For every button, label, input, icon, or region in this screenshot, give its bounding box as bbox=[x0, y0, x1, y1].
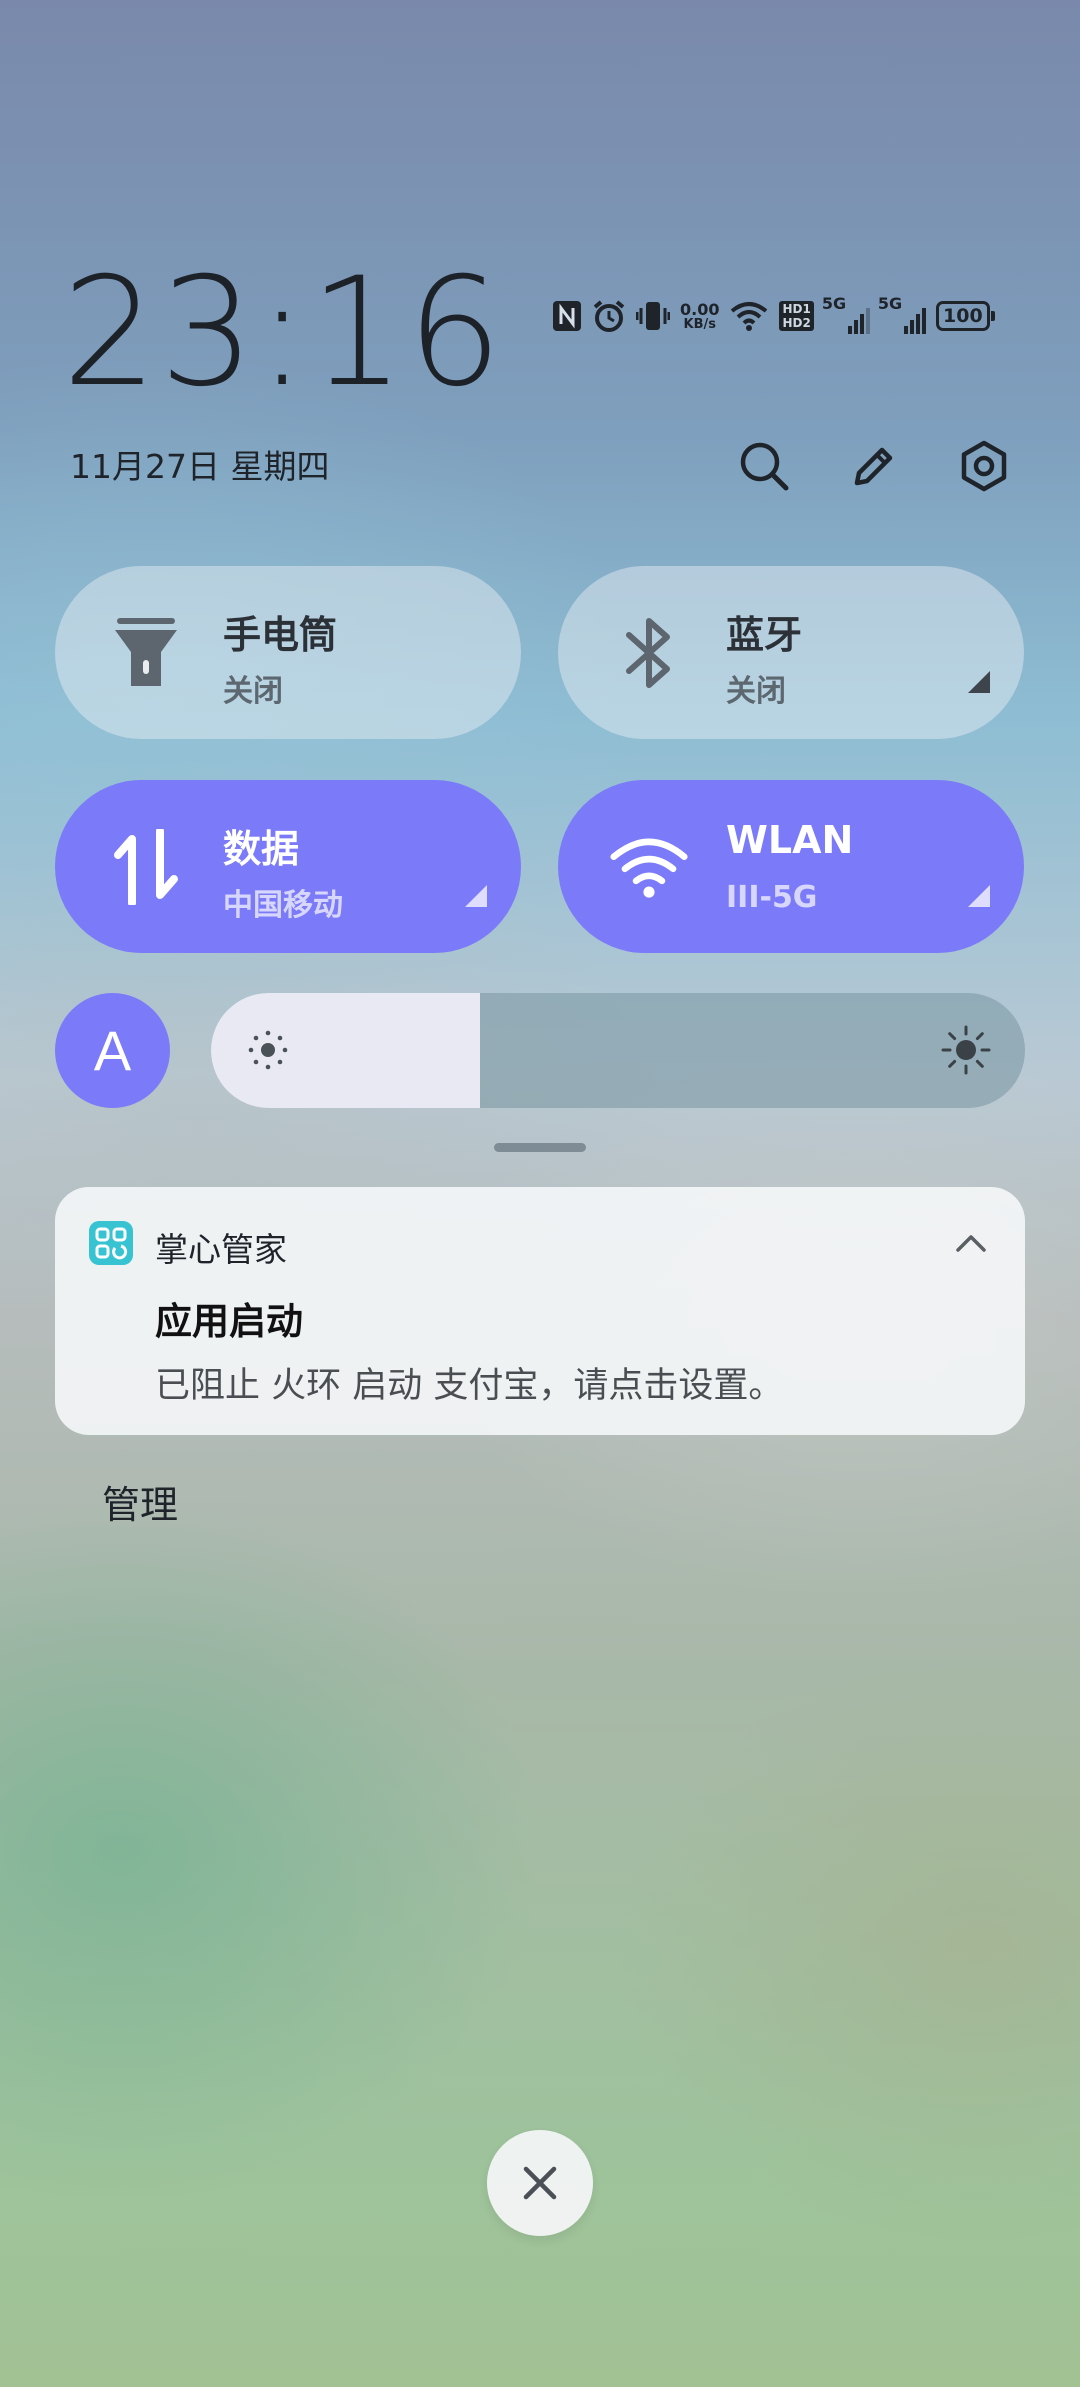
alarm-icon bbox=[592, 299, 626, 333]
tile-bluetooth-title: 蓝牙 bbox=[726, 613, 803, 657]
signal-icon: 5G bbox=[878, 294, 926, 334]
notification-card[interactable]: 掌心管家 应用启动 已阻止 火环 启动 支付宝，请点击设置。 bbox=[55, 1187, 1025, 1435]
notification-title: 应用启动 bbox=[155, 1300, 303, 1343]
battery-icon: 100 bbox=[935, 301, 995, 331]
auto-brightness-button[interactable]: A bbox=[55, 993, 170, 1108]
status-bar: 0.00 KB/s HD1 HD2 5G 5G 100 bbox=[552, 294, 995, 336]
collapse-button[interactable] bbox=[951, 1223, 991, 1263]
settings-icon bbox=[961, 440, 1007, 492]
tile-bluetooth-status: 关闭 bbox=[726, 674, 786, 709]
tile-flashlight[interactable]: 手电筒 关闭 bbox=[55, 566, 521, 739]
more-corner-icon bbox=[968, 885, 990, 907]
net-speed: 0.00 KB/s bbox=[680, 301, 719, 332]
net-speed-unit: KB/s bbox=[683, 316, 716, 332]
tile-mobile-data[interactable]: 数据 中国移动 bbox=[55, 780, 521, 953]
tile-mobile-data-title: 数据 bbox=[223, 827, 300, 871]
clear-all-button[interactable] bbox=[487, 2130, 593, 2236]
flashlight-icon bbox=[107, 614, 185, 692]
tile-flashlight-title: 手电筒 bbox=[223, 613, 338, 657]
tile-mobile-data-carrier: 中国移动 bbox=[223, 888, 343, 923]
panel-drag-handle[interactable] bbox=[494, 1143, 586, 1152]
tile-wlan-title: WLAN bbox=[726, 818, 854, 862]
settings-button[interactable] bbox=[954, 436, 1014, 496]
search-icon bbox=[740, 442, 789, 491]
clock-date: 11月27日 星期四 bbox=[70, 447, 330, 486]
sim1-network-tag: 5G bbox=[821, 294, 847, 313]
edit-button[interactable] bbox=[844, 436, 904, 496]
hd-voice-icon: HD1 HD2 bbox=[779, 301, 814, 331]
vibrate-icon bbox=[636, 299, 670, 333]
clock-time: 23:16 bbox=[62, 246, 505, 420]
notification-app-name: 掌心管家 bbox=[155, 1230, 287, 1269]
tile-flashlight-status: 关闭 bbox=[223, 674, 283, 709]
chevron-up-icon bbox=[956, 1235, 986, 1252]
brightness-low-icon bbox=[248, 1030, 288, 1070]
wifi-icon bbox=[610, 828, 688, 906]
net-speed-value: 0.00 bbox=[680, 299, 720, 319]
signal-icon: 5G bbox=[822, 294, 870, 334]
notification-body: 已阻止 火环 启动 支付宝，请点击设置。 bbox=[155, 1366, 784, 1406]
hd-bottom-label: HD2 bbox=[782, 316, 811, 330]
more-corner-icon bbox=[968, 671, 990, 693]
hd-top-label: HD1 bbox=[782, 302, 811, 316]
brightness-high-icon bbox=[941, 1025, 991, 1075]
edit-icon bbox=[854, 447, 893, 486]
manage-button[interactable]: 管理 bbox=[102, 1474, 178, 1529]
nfc-icon bbox=[552, 300, 582, 332]
search-button[interactable] bbox=[734, 436, 794, 496]
tile-wlan[interactable]: WLAN III-5G bbox=[558, 780, 1024, 953]
close-icon bbox=[523, 2166, 557, 2200]
tile-wlan-ssid: III-5G bbox=[726, 880, 818, 915]
mobile-data-icon bbox=[107, 828, 185, 906]
tile-bluetooth[interactable]: 蓝牙 关闭 bbox=[558, 566, 1024, 739]
wifi-icon bbox=[729, 300, 769, 332]
brightness-slider[interactable] bbox=[211, 993, 1025, 1108]
app-icon bbox=[89, 1221, 133, 1265]
sim2-network-tag: 5G bbox=[877, 294, 903, 313]
bluetooth-icon bbox=[610, 614, 688, 692]
more-corner-icon bbox=[465, 885, 487, 907]
